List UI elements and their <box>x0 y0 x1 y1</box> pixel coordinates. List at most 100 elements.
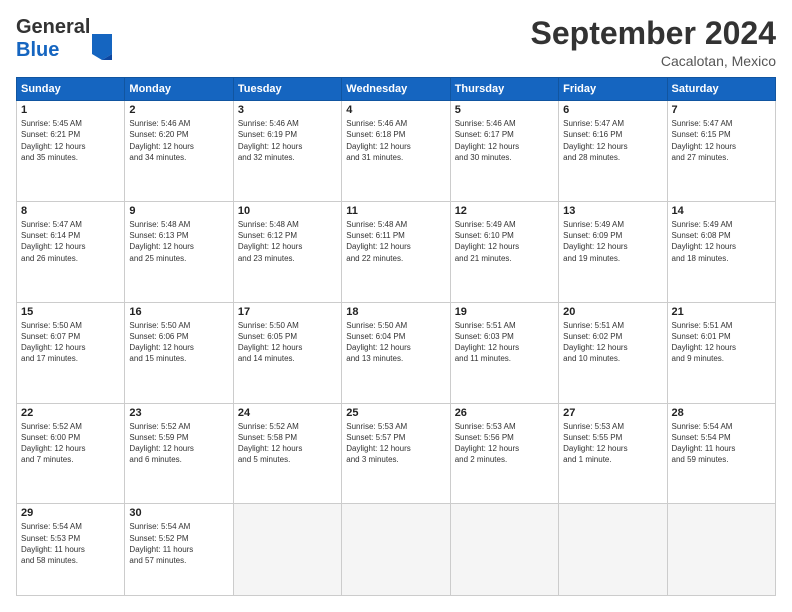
table-row: 22 Sunrise: 5:52 AM Sunset: 6:00 PM Dayli… <box>17 403 125 504</box>
table-row: 13Sunrise: 5:49 AM Sunset: 6:09 PM Dayli… <box>559 201 667 302</box>
day-number: 7 <box>672 104 771 116</box>
calendar-week-row: 29 Sunrise: 5:54 AM Sunset: 5:53 PM Dayli… <box>17 504 776 596</box>
col-saturday: Saturday <box>667 78 775 101</box>
day-info: Sunrise: 5:54 AM Sunset: 5:54 PM Dayligh… <box>672 421 771 466</box>
logo-line2: Blue <box>16 39 90 62</box>
day-info: Sunrise: 5:50 AM Sunset: 6:04 PM Dayligh… <box>346 320 445 365</box>
table-row: 16Sunrise: 5:50 AM Sunset: 6:06 PM Dayli… <box>125 302 233 403</box>
day-number: 28 <box>672 407 771 419</box>
day-info: Sunrise: 5:50 AM Sunset: 6:06 PM Dayligh… <box>129 320 228 365</box>
day-info: Sunrise: 5:53 AM Sunset: 5:55 PM Dayligh… <box>563 421 662 466</box>
day-number: 11 <box>346 205 445 217</box>
day-number: 20 <box>563 306 662 318</box>
table-row: 8 Sunrise: 5:47 AM Sunset: 6:14 PM Daylig… <box>17 201 125 302</box>
page: General Blue September 2024 Cacalotan, M… <box>0 0 792 612</box>
day-info: Sunrise: 5:52 AM Sunset: 5:59 PM Dayligh… <box>129 421 228 466</box>
col-sunday: Sunday <box>17 78 125 101</box>
day-number: 4 <box>346 104 445 116</box>
day-info: Sunrise: 5:51 AM Sunset: 6:01 PM Dayligh… <box>672 320 771 365</box>
day-number: 22 <box>21 407 120 419</box>
table-row: 29 Sunrise: 5:54 AM Sunset: 5:53 PM Dayli… <box>17 504 125 596</box>
table-row: 18 Sunrise: 5:50 AM Sunset: 6:04 PM Dayli… <box>342 302 450 403</box>
day-number: 24 <box>238 407 337 419</box>
logo-line1: General <box>16 16 90 39</box>
calendar-header-row: Sunday Monday Tuesday Wednesday Thursday… <box>17 78 776 101</box>
col-thursday: Thursday <box>450 78 558 101</box>
table-row: 2Sunrise: 5:46 AM Sunset: 6:20 PM Daylig… <box>125 101 233 202</box>
table-row: 12 Sunrise: 5:49 AM Sunset: 6:10 PM Dayli… <box>450 201 558 302</box>
table-row: 28 Sunrise: 5:54 AM Sunset: 5:54 PM Dayli… <box>667 403 775 504</box>
table-row: 7Sunrise: 5:47 AM Sunset: 6:15 PM Daylig… <box>667 101 775 202</box>
logo-icon <box>92 34 112 60</box>
day-number: 15 <box>21 306 120 318</box>
day-info: Sunrise: 5:51 AM Sunset: 6:02 PM Dayligh… <box>563 320 662 365</box>
table-row <box>667 504 775 596</box>
table-row: 5Sunrise: 5:46 AM Sunset: 6:17 PM Daylig… <box>450 101 558 202</box>
day-number: 6 <box>563 104 662 116</box>
table-row: 30 Sunrise: 5:54 AM Sunset: 5:52 PM Dayli… <box>125 504 233 596</box>
location-subtitle: Cacalotan, Mexico <box>531 53 776 69</box>
calendar-week-row: 1Sunrise: 5:45 AM Sunset: 6:21 PM Daylig… <box>17 101 776 202</box>
day-number: 3 <box>238 104 337 116</box>
day-info: Sunrise: 5:48 AM Sunset: 6:11 PM Dayligh… <box>346 219 445 264</box>
day-info: Sunrise: 5:48 AM Sunset: 6:13 PM Dayligh… <box>129 219 228 264</box>
day-info: Sunrise: 5:52 AM Sunset: 6:00 PM Dayligh… <box>21 421 120 466</box>
day-number: 8 <box>21 205 120 217</box>
table-row: 20 Sunrise: 5:51 AM Sunset: 6:02 PM Dayli… <box>559 302 667 403</box>
table-row: 24 Sunrise: 5:52 AM Sunset: 5:58 PM Dayli… <box>233 403 341 504</box>
day-info: Sunrise: 5:47 AM Sunset: 6:14 PM Dayligh… <box>21 219 120 264</box>
day-info: Sunrise: 5:49 AM Sunset: 6:08 PM Dayligh… <box>672 219 771 264</box>
table-row <box>342 504 450 596</box>
day-info: Sunrise: 5:54 AM Sunset: 5:52 PM Dayligh… <box>129 521 228 566</box>
table-row: 1Sunrise: 5:45 AM Sunset: 6:21 PM Daylig… <box>17 101 125 202</box>
col-monday: Monday <box>125 78 233 101</box>
table-row: 27 Sunrise: 5:53 AM Sunset: 5:55 PM Dayli… <box>559 403 667 504</box>
day-number: 30 <box>129 507 228 519</box>
calendar-week-row: 15 Sunrise: 5:50 AM Sunset: 6:07 PM Dayli… <box>17 302 776 403</box>
table-row <box>450 504 558 596</box>
day-info: Sunrise: 5:46 AM Sunset: 6:18 PM Dayligh… <box>346 118 445 163</box>
day-info: Sunrise: 5:49 AM Sunset: 6:09 PM Dayligh… <box>563 219 662 264</box>
day-info: Sunrise: 5:52 AM Sunset: 5:58 PM Dayligh… <box>238 421 337 466</box>
day-number: 12 <box>455 205 554 217</box>
day-info: Sunrise: 5:53 AM Sunset: 5:56 PM Dayligh… <box>455 421 554 466</box>
calendar-table: Sunday Monday Tuesday Wednesday Thursday… <box>16 77 776 596</box>
day-number: 23 <box>129 407 228 419</box>
day-number: 2 <box>129 104 228 116</box>
table-row <box>233 504 341 596</box>
day-info: Sunrise: 5:50 AM Sunset: 6:07 PM Dayligh… <box>21 320 120 365</box>
day-number: 18 <box>346 306 445 318</box>
table-row: 19 Sunrise: 5:51 AM Sunset: 6:03 PM Dayli… <box>450 302 558 403</box>
col-friday: Friday <box>559 78 667 101</box>
table-row: 21 Sunrise: 5:51 AM Sunset: 6:01 PM Dayli… <box>667 302 775 403</box>
logo: General Blue <box>16 16 112 62</box>
day-info: Sunrise: 5:54 AM Sunset: 5:53 PM Dayligh… <box>21 521 120 566</box>
day-info: Sunrise: 5:50 AM Sunset: 6:05 PM Dayligh… <box>238 320 337 365</box>
header: General Blue September 2024 Cacalotan, M… <box>16 16 776 69</box>
day-number: 21 <box>672 306 771 318</box>
day-number: 9 <box>129 205 228 217</box>
day-number: 10 <box>238 205 337 217</box>
table-row: 11 Sunrise: 5:48 AM Sunset: 6:11 PM Dayli… <box>342 201 450 302</box>
day-number: 17 <box>238 306 337 318</box>
day-number: 29 <box>21 507 120 519</box>
day-number: 14 <box>672 205 771 217</box>
day-number: 25 <box>346 407 445 419</box>
day-number: 1 <box>21 104 120 116</box>
day-info: Sunrise: 5:47 AM Sunset: 6:16 PM Dayligh… <box>563 118 662 163</box>
col-tuesday: Tuesday <box>233 78 341 101</box>
table-row: 14 Sunrise: 5:49 AM Sunset: 6:08 PM Dayli… <box>667 201 775 302</box>
table-row: 25 Sunrise: 5:53 AM Sunset: 5:57 PM Dayli… <box>342 403 450 504</box>
month-title: September 2024 <box>531 16 776 51</box>
day-number: 5 <box>455 104 554 116</box>
day-number: 26 <box>455 407 554 419</box>
day-number: 19 <box>455 306 554 318</box>
day-info: Sunrise: 5:49 AM Sunset: 6:10 PM Dayligh… <box>455 219 554 264</box>
day-info: Sunrise: 5:46 AM Sunset: 6:19 PM Dayligh… <box>238 118 337 163</box>
day-info: Sunrise: 5:53 AM Sunset: 5:57 PM Dayligh… <box>346 421 445 466</box>
day-info: Sunrise: 5:51 AM Sunset: 6:03 PM Dayligh… <box>455 320 554 365</box>
day-info: Sunrise: 5:48 AM Sunset: 6:12 PM Dayligh… <box>238 219 337 264</box>
day-number: 27 <box>563 407 662 419</box>
col-wednesday: Wednesday <box>342 78 450 101</box>
calendar-week-row: 8 Sunrise: 5:47 AM Sunset: 6:14 PM Daylig… <box>17 201 776 302</box>
